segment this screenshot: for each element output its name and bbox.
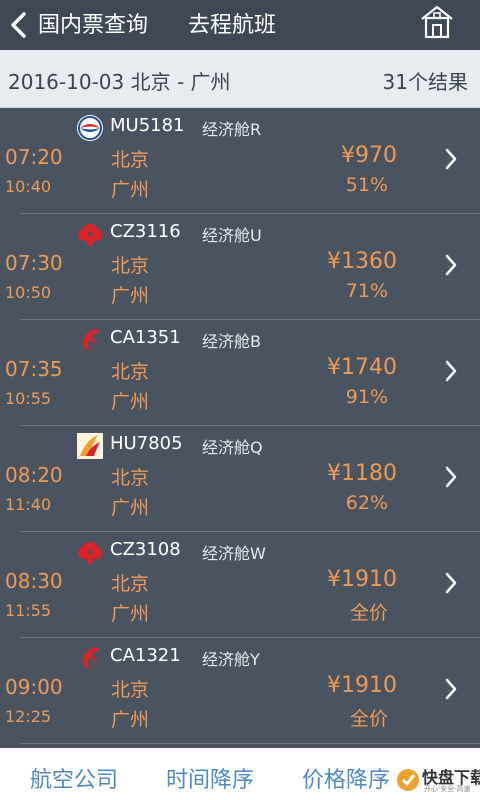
- destination-city: 广州: [111, 285, 150, 307]
- cabin-class: 经济舱B: [202, 332, 261, 351]
- chevron-right-icon[interactable]: [444, 466, 458, 488]
- departure-time: 07:20: [5, 145, 63, 169]
- route-summary-bar: 2016-10-03 北京 - 广州 31个结果: [0, 50, 480, 108]
- air-china-logo-icon: [76, 644, 104, 672]
- destination-city: 广州: [111, 179, 150, 201]
- top-nav-bar: 国内票查询 去程航班: [0, 0, 480, 50]
- chevron-right-icon[interactable]: [444, 148, 458, 170]
- arrival-time: 11:55: [5, 601, 52, 620]
- price-sort-button[interactable]: 价格降序: [302, 762, 390, 794]
- page-title: 国内票查询: [38, 13, 149, 38]
- chevron-right-icon[interactable]: [444, 360, 458, 382]
- departure-time: 09:00: [5, 675, 63, 699]
- price: ¥1910: [327, 673, 397, 698]
- download-logo-icon: [397, 769, 419, 791]
- cabin-class: 经济舱Y: [202, 650, 260, 669]
- cabin-class: 经济舱Q: [202, 438, 263, 457]
- destination-city: 广州: [111, 603, 150, 625]
- flight-row[interactable]: 08:30 11:55 CZ3108 经济舱W 北京广州 ¥1910 全价: [0, 532, 480, 638]
- cabin-class: 经济舱U: [202, 226, 262, 245]
- origin-city: 北京: [111, 149, 150, 171]
- arrival-time: 12:25: [5, 707, 52, 726]
- air-china-logo-icon: [76, 326, 104, 354]
- origin-city: 北京: [111, 255, 150, 277]
- origin-city: 北京: [111, 679, 150, 701]
- back-button[interactable]: [0, 0, 40, 50]
- arrival-time: 10:50: [5, 283, 52, 302]
- flight-row[interactable]: 07:30 10:50 CZ3116 经济舱U 北京广州 ¥1360 71%: [0, 214, 480, 320]
- arrival-time: 11:40: [5, 495, 52, 514]
- arrival-time: 10:55: [5, 389, 52, 408]
- result-count: 31个结果: [382, 70, 468, 94]
- cabin-class: 经济舱W: [202, 544, 266, 563]
- hainan-airlines-logo-icon: [76, 432, 104, 460]
- flight-number: CA1321: [110, 645, 181, 666]
- row-divider: [20, 743, 480, 744]
- discount: 全价: [349, 602, 388, 624]
- page-subtitle: 去程航班: [188, 13, 277, 38]
- price: ¥1360: [327, 249, 397, 274]
- china-southern-logo-icon: [76, 220, 104, 248]
- discount: 51%: [345, 174, 388, 196]
- departure-time: 07:35: [5, 357, 63, 381]
- flight-number: MU5181: [110, 115, 185, 136]
- departure-time: 08:20: [5, 463, 63, 487]
- chevron-right-icon[interactable]: [444, 254, 458, 276]
- discount: 71%: [345, 280, 388, 302]
- china-eastern-logo-icon: [76, 114, 104, 142]
- price: ¥970: [341, 143, 397, 168]
- price: ¥1910: [327, 567, 397, 592]
- flight-number: HU7805: [110, 433, 183, 454]
- origin-city: 北京: [111, 467, 150, 489]
- chevron-right-icon[interactable]: [444, 572, 458, 594]
- time-sort-button[interactable]: 时间降序: [166, 762, 254, 794]
- home-icon: [421, 5, 453, 39]
- cabin-class: 经济舱R: [202, 120, 262, 139]
- price: ¥1180: [327, 461, 397, 486]
- watermark-logo: 快盘下载 开心·安全·高速: [392, 762, 480, 798]
- flight-row[interactable]: 08:20 11:40 HU7805 经济舱Q 北京广州 ¥1180 62%: [0, 426, 480, 532]
- destination-city: 广州: [111, 391, 150, 413]
- destination-city: 广州: [111, 709, 150, 731]
- departure-time: 07:30: [5, 251, 63, 275]
- discount: 91%: [345, 386, 388, 408]
- flight-list: 07:20 10:40 MU5181 经济舱R 北京 广州 ¥970 51% 07:30 10:5…: [0, 108, 480, 744]
- china-southern-logo-icon: [76, 538, 104, 566]
- route-date-label: 2016-10-03 北京 - 广州: [8, 70, 231, 94]
- origin-city: 北京: [111, 361, 150, 383]
- flight-row[interactable]: 09:00 12:25 CA1321 经济舱Y 北京广州 ¥1910 全价: [0, 638, 480, 744]
- arrival-time: 10:40: [5, 177, 52, 196]
- departure-time: 08:30: [5, 569, 63, 593]
- flight-number: CZ3116: [110, 221, 181, 242]
- watermark-subtext: 开心·安全·高速: [424, 785, 471, 793]
- flight-row[interactable]: 07:35 10:55 CA1351 经济舱B 北京广州 ¥1740 91%: [0, 320, 480, 426]
- flight-number: CZ3108: [110, 539, 181, 560]
- price: ¥1740: [327, 355, 397, 380]
- destination-city: 广州: [111, 497, 150, 519]
- airline-filter-button[interactable]: 航空公司: [30, 762, 118, 794]
- discount: 62%: [345, 492, 388, 514]
- flight-row[interactable]: 07:20 10:40 MU5181 经济舱R 北京广州 ¥970 51%: [0, 108, 480, 214]
- discount: 全价: [349, 708, 388, 730]
- chevron-left-icon: [11, 12, 26, 38]
- flight-number: CA1351: [110, 327, 181, 348]
- home-button[interactable]: [418, 4, 458, 44]
- chevron-right-icon[interactable]: [444, 678, 458, 700]
- origin-city: 北京: [111, 573, 150, 595]
